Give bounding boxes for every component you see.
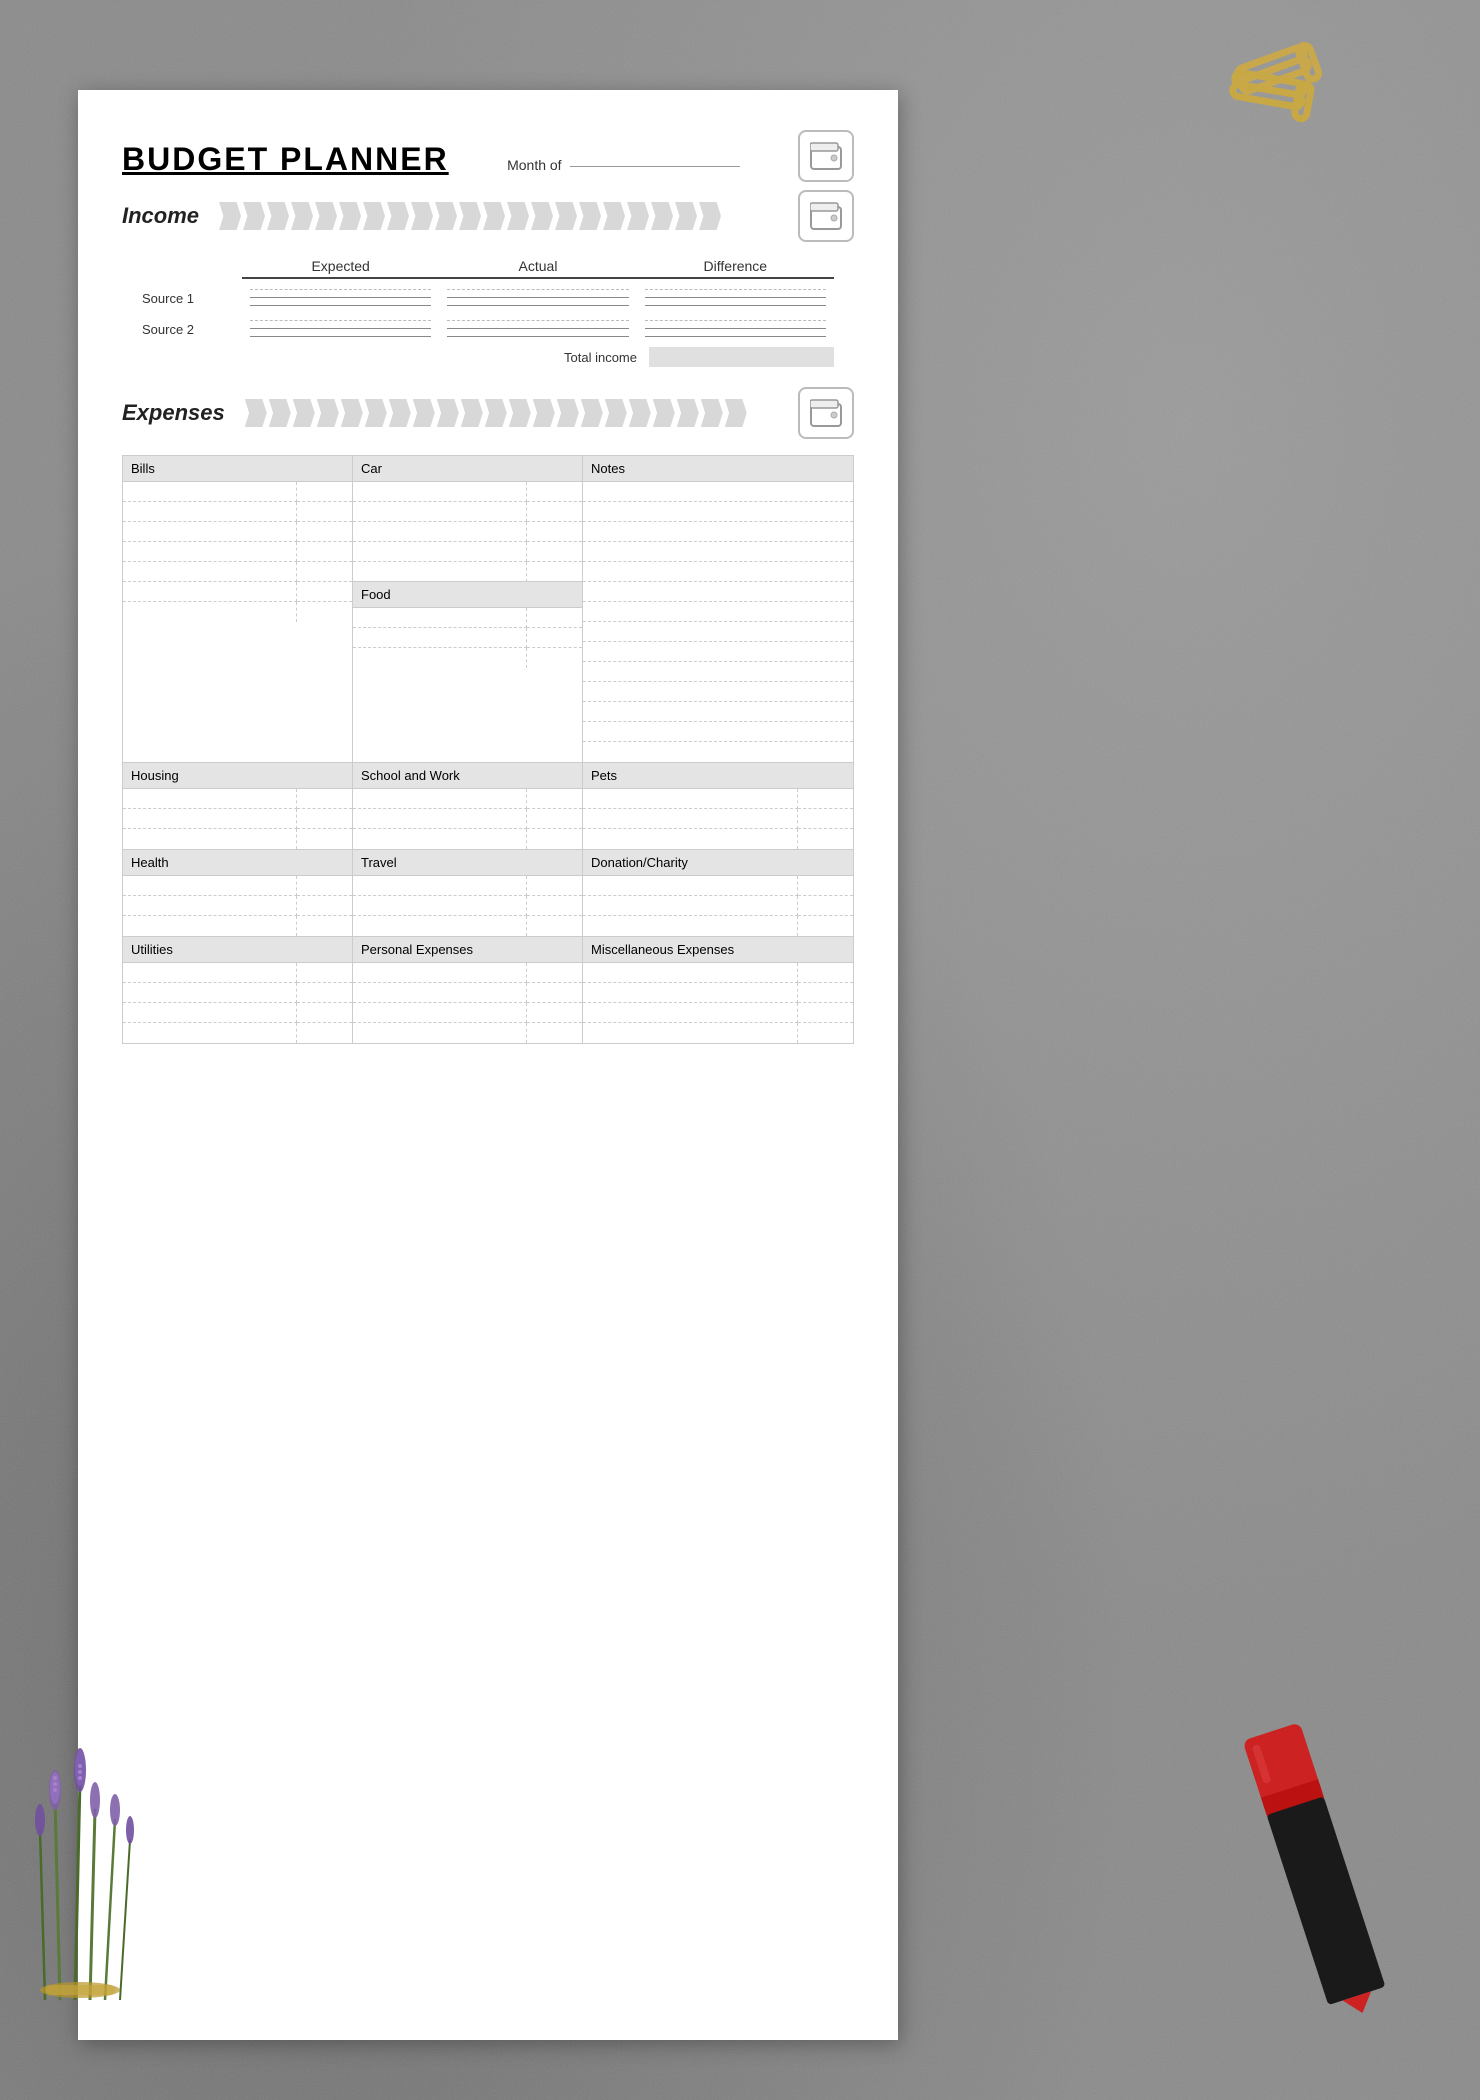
wallet-icon-top xyxy=(798,130,854,182)
travel-header: Travel xyxy=(353,850,582,876)
bills-category: Bills xyxy=(123,456,353,762)
utilities-header: Utilities xyxy=(123,937,352,963)
car-food-column: Car Food xyxy=(353,456,583,762)
health-header: Health xyxy=(123,850,352,876)
utilities-category: Utilities xyxy=(123,937,353,1043)
school-work-header: School and Work xyxy=(353,763,582,789)
travel-category: Travel xyxy=(353,850,583,936)
food-category: Food xyxy=(353,582,582,668)
total-income-row: Total income xyxy=(142,347,834,367)
donation-category: Donation/Charity xyxy=(583,850,853,936)
actual-header: Actual xyxy=(439,258,636,279)
expenses-chevron-band xyxy=(245,399,798,427)
source1-label: Source 1 xyxy=(142,289,242,306)
total-income-label: Total income xyxy=(564,350,637,365)
miscellaneous-category: Miscellaneous Expenses xyxy=(583,937,853,1043)
pets-header: Pets xyxy=(583,763,853,789)
food-header: Food xyxy=(353,582,582,608)
expenses-top-grid: Bills Car Food xyxy=(122,455,854,763)
health-category: Health xyxy=(123,850,353,936)
notes-header: Notes xyxy=(583,456,853,482)
pets-category: Pets xyxy=(583,763,853,849)
bills-header: Bills xyxy=(123,456,352,481)
personal-category: Personal Expenses xyxy=(353,937,583,1043)
miscellaneous-header: Miscellaneous Expenses xyxy=(583,937,853,963)
expenses-row3: Health Travel Donation/Charity xyxy=(122,850,854,937)
expenses-row2: Housing School and Work Pets xyxy=(122,763,854,850)
expenses-wallet-icon xyxy=(798,387,854,439)
source2-label: Source 2 xyxy=(142,320,242,337)
source2-row: Source 2 xyxy=(142,320,834,337)
expenses-row4: Utilities Personal Expenses Miscellaneou… xyxy=(122,937,854,1044)
total-income-field[interactable] xyxy=(649,347,834,367)
car-category: Car xyxy=(353,456,582,582)
income-section-header: Income xyxy=(122,190,854,242)
income-chevron-band xyxy=(219,202,798,230)
month-of-label: Month of xyxy=(507,157,561,173)
income-table: Expected Actual Difference Source 1 xyxy=(122,258,854,367)
income-wallet-icon xyxy=(798,190,854,242)
notes-category: Notes xyxy=(583,456,853,762)
housing-header: Housing xyxy=(123,763,352,789)
page-title: BUDGET PLANNER xyxy=(122,141,449,178)
personal-header: Personal Expenses xyxy=(353,937,582,963)
difference-header: Difference xyxy=(637,258,834,279)
budget-planner-paper: BUDGET PLANNER Month of Income xyxy=(78,90,898,2040)
donation-header: Donation/Charity xyxy=(583,850,853,876)
school-work-category: School and Work xyxy=(353,763,583,849)
title-row: BUDGET PLANNER Month of xyxy=(122,130,854,182)
expected-header: Expected xyxy=(242,258,439,279)
expenses-section-header: Expenses xyxy=(122,387,854,439)
income-title: Income xyxy=(122,203,211,229)
car-header: Car xyxy=(353,456,582,482)
housing-category: Housing xyxy=(123,763,353,849)
expenses-title: Expenses xyxy=(122,400,237,426)
month-of-line[interactable] xyxy=(570,166,740,167)
source1-row: Source 1 xyxy=(142,289,834,306)
